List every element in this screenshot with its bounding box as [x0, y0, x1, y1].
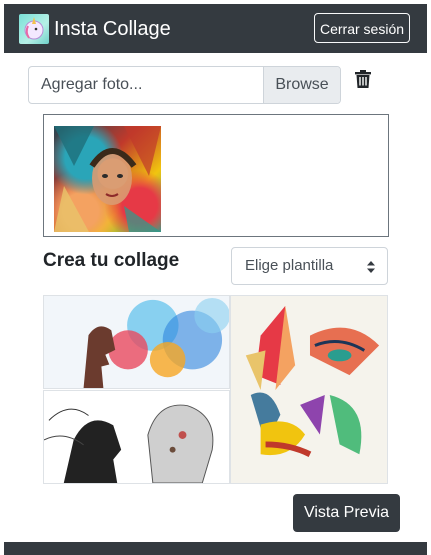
collage-grid	[43, 295, 388, 484]
template-select-value: Elige plantilla	[245, 257, 334, 274]
file-input-placeholder: Agregar foto...	[41, 76, 143, 93]
uploaded-photo-thumbnail[interactable]	[54, 126, 161, 232]
logout-button[interactable]: Cerrar sesión	[314, 13, 410, 43]
select-caret-icon	[367, 260, 375, 273]
collage-image-abstract-face[interactable]	[230, 295, 388, 484]
brand-name[interactable]: Insta Collage	[54, 16, 171, 42]
collage-image-sketch-silhouettes[interactable]	[43, 390, 230, 484]
unicorn-logo-icon	[19, 14, 49, 44]
photo-file-input[interactable]: Agregar foto... Browse	[28, 66, 341, 104]
collage-image-color-smoke-face[interactable]	[43, 295, 230, 389]
trash-icon[interactable]	[355, 70, 371, 88]
app-frame: Insta Collage Cerrar sesión Agregar foto…	[4, 4, 427, 555]
collage-title: Crea tu collage	[43, 250, 180, 271]
footer-bar	[4, 542, 427, 555]
preview-button[interactable]: Vista Previa	[293, 494, 400, 532]
browse-button[interactable]: Browse	[263, 67, 340, 103]
template-select[interactable]: Elige plantilla	[231, 247, 388, 285]
uploaded-photos-area	[43, 114, 389, 237]
navbar: Insta Collage Cerrar sesión	[4, 4, 427, 53]
